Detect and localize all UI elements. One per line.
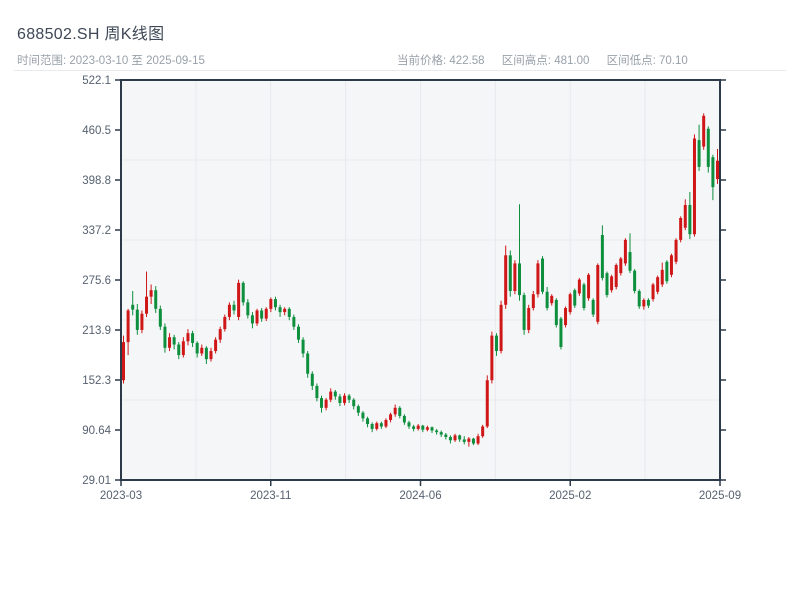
candle xyxy=(656,275,660,295)
x-tick-label: 2023-11 xyxy=(250,490,291,502)
candle xyxy=(564,306,568,328)
y-tick-label: 213.9 xyxy=(82,325,111,337)
candle xyxy=(651,282,655,302)
candle xyxy=(577,278,581,296)
candle xyxy=(554,298,558,328)
candle xyxy=(559,316,563,350)
candle xyxy=(637,289,641,309)
candle xyxy=(619,256,623,276)
candle xyxy=(513,260,517,295)
candle xyxy=(679,216,683,243)
candle xyxy=(214,337,218,354)
candle xyxy=(623,238,627,266)
candle xyxy=(522,292,526,335)
y-tick-label: 29.01 xyxy=(82,475,111,487)
candle xyxy=(223,314,227,332)
y-tick-label: 152.3 xyxy=(82,375,111,387)
x-axis: 2023-03 2023-11 2024-06 2025-02 2025-09 xyxy=(100,480,741,502)
candle xyxy=(255,308,259,326)
y-tick-label: 522.1 xyxy=(82,75,111,87)
x-tick-label: 2025-02 xyxy=(549,490,591,502)
candle xyxy=(610,274,614,293)
candle xyxy=(536,260,540,298)
candle xyxy=(481,424,485,438)
candle xyxy=(490,331,494,384)
candle xyxy=(665,260,669,284)
candle xyxy=(527,304,531,334)
candle xyxy=(669,253,673,278)
candle xyxy=(541,256,545,295)
candle xyxy=(692,134,696,237)
candle xyxy=(241,281,245,306)
candle xyxy=(508,250,512,297)
candle xyxy=(237,279,241,321)
candle xyxy=(605,271,609,298)
x-tick-label: 2023-03 xyxy=(100,490,142,502)
candle xyxy=(587,273,591,301)
y-tick-label: 460.5 xyxy=(82,125,111,137)
candle xyxy=(596,263,600,325)
candle xyxy=(702,113,706,150)
candle xyxy=(568,292,572,315)
y-tick-label: 398.8 xyxy=(82,175,111,187)
x-tick-label: 2025-09 xyxy=(699,490,741,502)
candle xyxy=(591,298,595,317)
candle xyxy=(633,269,637,294)
candlestick-chart: 522.1 460.5 398.8 337.2 275.6 213.9 152.3 90.64… xyxy=(82,75,741,502)
candle xyxy=(582,282,586,311)
candle xyxy=(158,305,162,330)
candle xyxy=(122,335,125,384)
y-tick-label: 337.2 xyxy=(82,225,111,237)
candle xyxy=(614,263,618,290)
candle xyxy=(140,310,144,334)
candle xyxy=(499,300,503,354)
candle xyxy=(573,288,577,309)
candle xyxy=(674,238,678,265)
x-tick-label: 2024-06 xyxy=(399,490,441,502)
y-tick-label: 275.6 xyxy=(82,275,111,287)
candle xyxy=(706,126,710,173)
y-tick-label: 90.64 xyxy=(82,425,111,437)
candle xyxy=(485,375,489,429)
